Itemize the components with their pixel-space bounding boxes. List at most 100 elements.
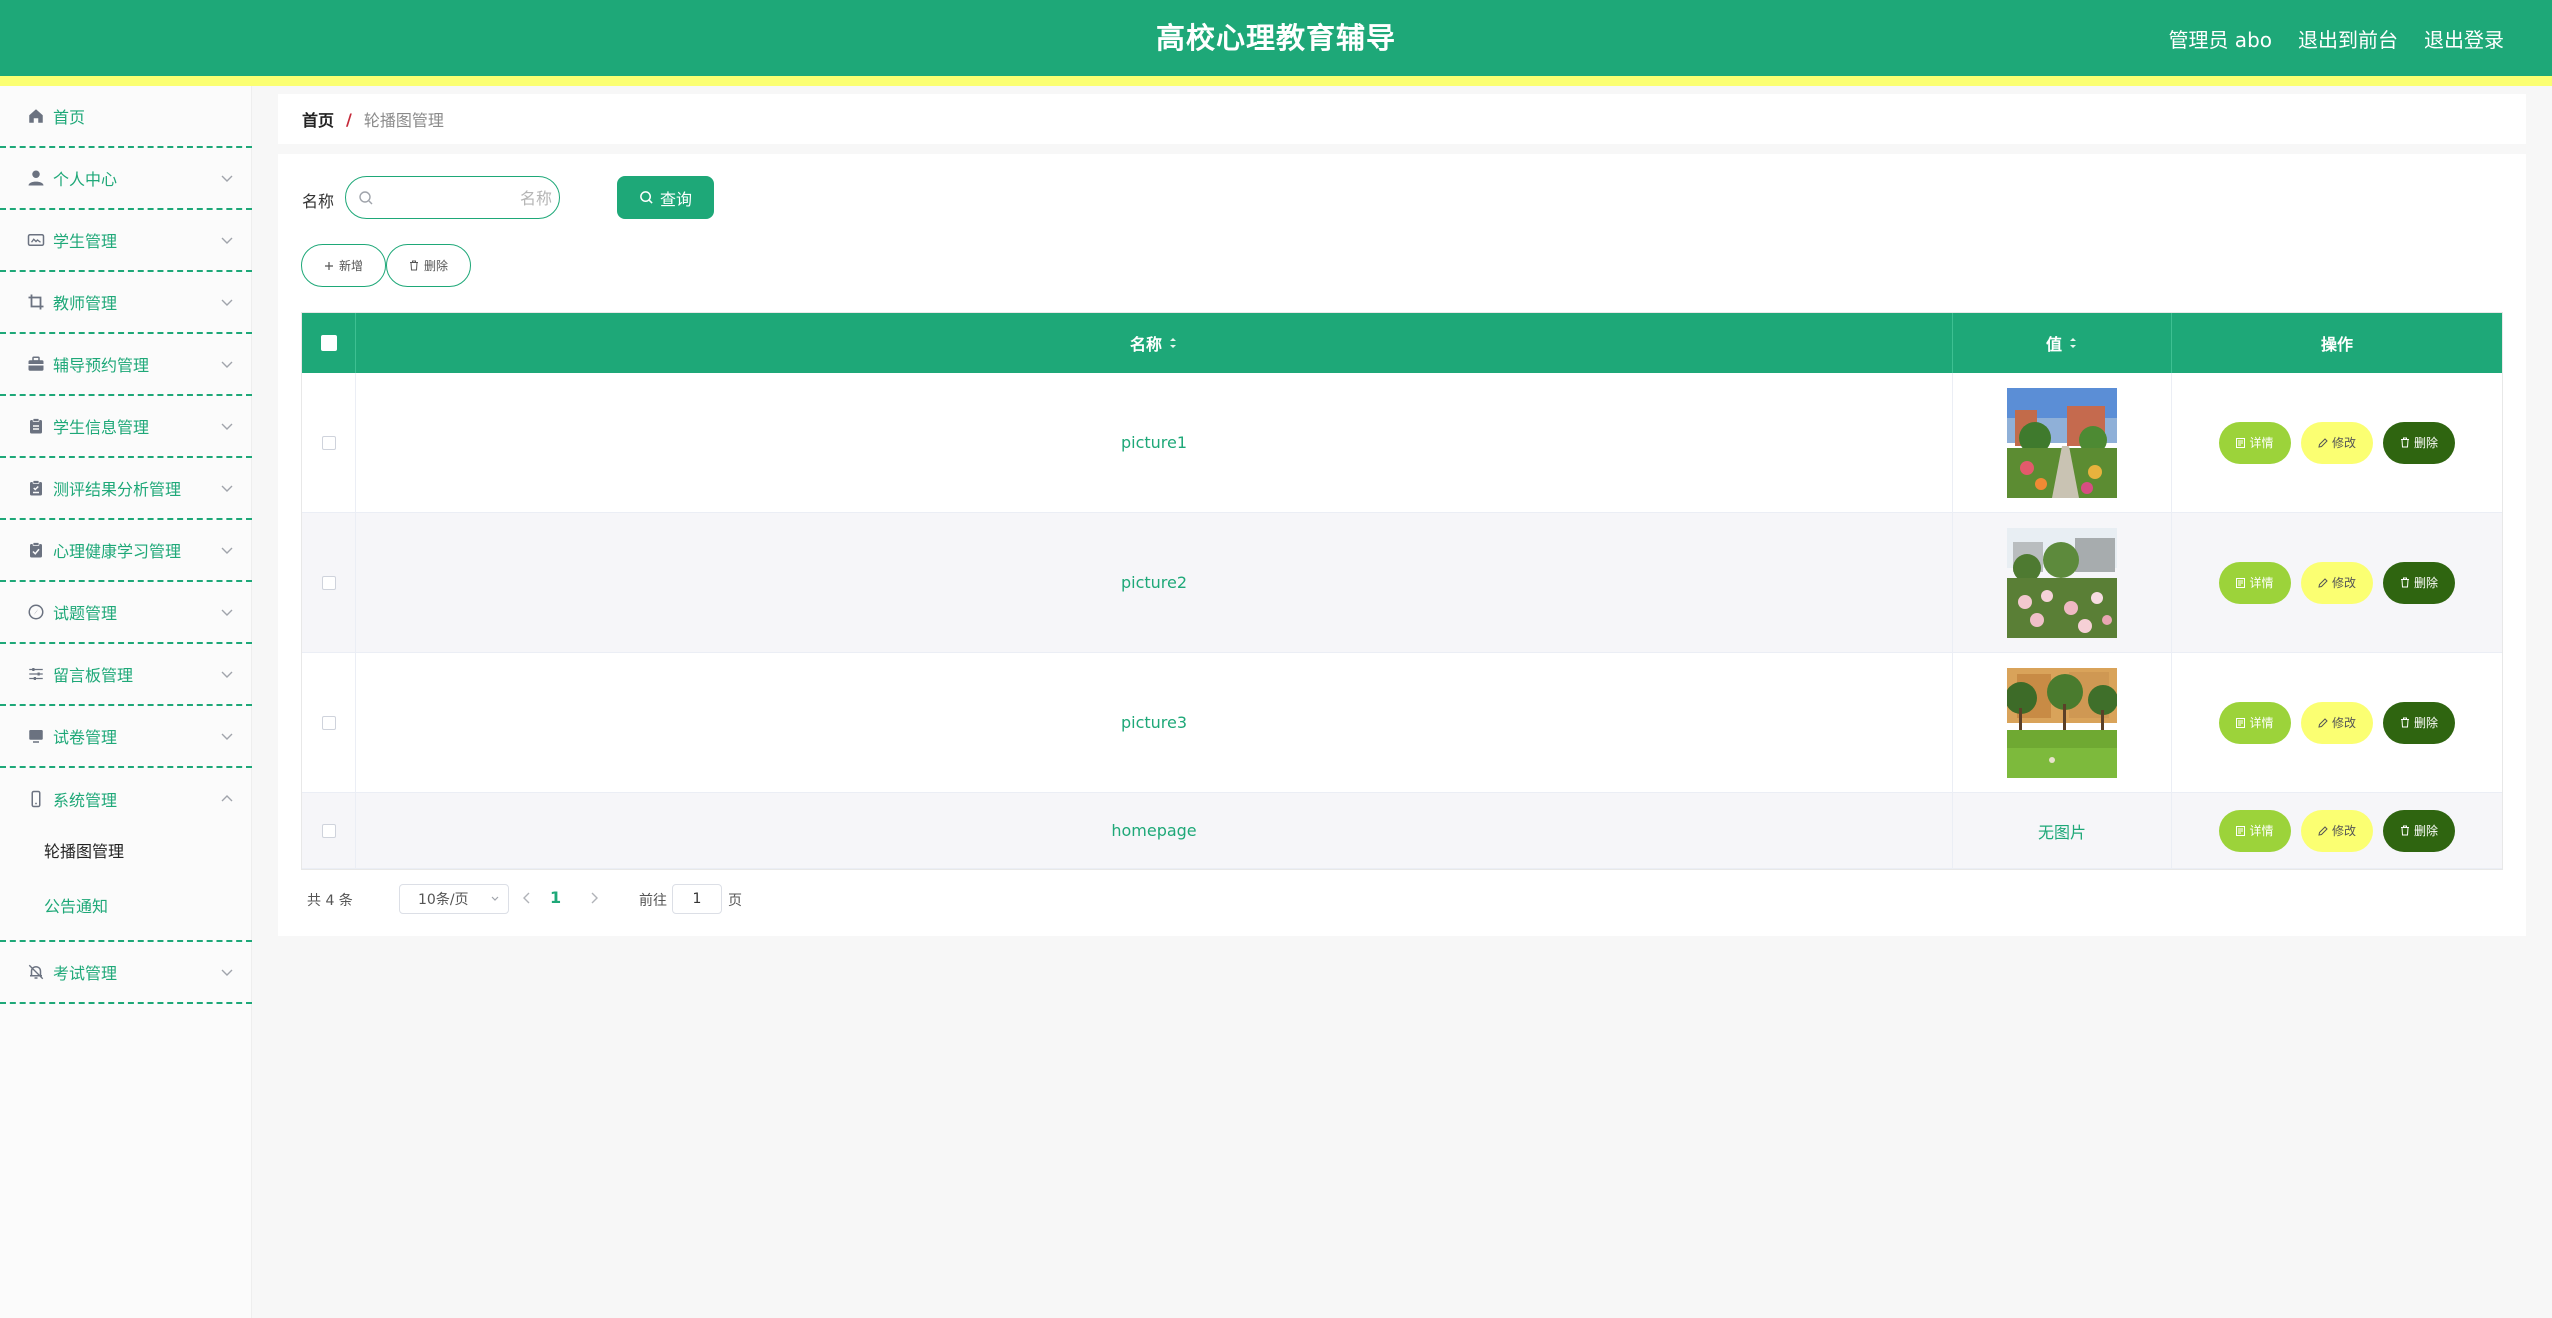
header-ops-label: 操作: [2320, 335, 2353, 354]
row-select-cell: [302, 653, 356, 792]
chevron-up-icon: [221, 795, 233, 802]
row-checkbox[interactable]: [321, 435, 336, 450]
edit-button-label: 修改: [2331, 436, 2356, 450]
row-select-cell: [302, 513, 356, 652]
search-icon: [640, 191, 653, 204]
edit-button[interactable]: 修改: [2301, 701, 2373, 744]
delete-button-label: 删除: [2413, 436, 2438, 450]
header-accent-stripe: [0, 76, 2552, 86]
row-checkbox[interactable]: [321, 575, 336, 590]
sidebar-item-system-mgmt[interactable]: 系统管理: [0, 768, 252, 830]
sidebar-item-teacher-mgmt[interactable]: 教师管理: [0, 272, 252, 334]
sidebar-item-label: 辅导预约管理: [53, 356, 150, 375]
prev-page-icon[interactable]: [520, 890, 534, 906]
edit-button-label: 修改: [2331, 824, 2356, 838]
top-navbar: 高校心理教育辅导 管理员 abo 退出到前台 退出登录: [0, 0, 2552, 76]
sidebar-item-label: 留言板管理: [53, 666, 134, 685]
sidebar-item-label: 系统管理: [53, 791, 118, 810]
breadcrumb-home[interactable]: 首页: [302, 107, 334, 131]
edit-button[interactable]: 修改: [2301, 809, 2373, 852]
sidebar: 首页 个人中心 学生管理 教师管理 辅导预约管理 学生信息管理 测评结果分析管理…: [0, 86, 252, 1318]
delete-button[interactable]: 删除: [2383, 809, 2455, 852]
row-checkbox[interactable]: [321, 715, 336, 730]
header-value-label: 值: [2045, 335, 2062, 354]
detail-button[interactable]: 详情: [2219, 701, 2291, 744]
compass-icon: [26, 602, 46, 622]
admin-label: 管理员 abo: [2168, 27, 2272, 52]
row-name-cell: picture2: [356, 513, 1953, 652]
edit-icon: [2318, 437, 2328, 448]
row-name-cell: picture3: [356, 653, 1953, 792]
detail-button[interactable]: 详情: [2219, 421, 2291, 464]
sidebar-item-question-mgmt[interactable]: 试题管理: [0, 582, 252, 644]
breadcrumb-current: 轮播图管理: [363, 111, 444, 130]
delete-button[interactable]: 删除: [2383, 421, 2455, 464]
sidebar-item-exam-paper-mgmt[interactable]: 试卷管理: [0, 706, 252, 768]
header-select-all-cell: [302, 313, 356, 373]
batch-delete-button[interactable]: 删除: [386, 244, 471, 287]
row-checkbox[interactable]: [321, 823, 336, 838]
sidebar-item-label: 教师管理: [53, 294, 118, 313]
sidebar-item-exam-mgmt[interactable]: 考试管理: [0, 942, 252, 1004]
detail-button[interactable]: 详情: [2219, 561, 2291, 604]
trash-icon: [2400, 717, 2409, 728]
row-name-cell: homepage: [356, 793, 1953, 868]
select-all-checkbox[interactable]: [320, 335, 337, 351]
add-button[interactable]: 新增: [301, 244, 386, 287]
table-header: 名称 值 操作: [302, 313, 2502, 373]
to-front-link[interactable]: 退出到前台: [2298, 24, 2398, 53]
carousel-thumbnail-flower-garden[interactable]: [2007, 527, 2117, 638]
search-box: [345, 176, 560, 219]
page-number-current[interactable]: 1: [550, 888, 561, 907]
sidebar-item-personal-center[interactable]: 个人中心: [0, 148, 252, 210]
sidebar-item-assessment-mgmt[interactable]: 测评结果分析管理: [0, 458, 252, 520]
sidebar-item-student-mgmt[interactable]: 学生管理: [0, 210, 252, 272]
header-name-column[interactable]: 名称: [356, 313, 1953, 373]
monitor-icon: [26, 726, 46, 746]
submenu-item-carousel-mgmt[interactable]: 轮播图管理: [44, 838, 124, 862]
goto-page-input[interactable]: [672, 884, 722, 914]
row-value-cell: [1953, 653, 2172, 792]
delete-button[interactable]: 删除: [2383, 561, 2455, 604]
header-value-column[interactable]: 值: [1953, 313, 2172, 373]
delete-button[interactable]: 删除: [2383, 701, 2455, 744]
sidebar-item-home[interactable]: 首页: [0, 86, 252, 148]
sidebar-item-student-info-mgmt[interactable]: 学生信息管理: [0, 396, 252, 458]
query-button[interactable]: 查询: [617, 176, 714, 219]
no-image-text: 无图片: [2037, 822, 2086, 842]
chevron-down-icon: [491, 896, 499, 901]
sidebar-item-mental-health-learning[interactable]: 心理健康学习管理: [0, 520, 252, 582]
sidebar-item-message-board-mgmt[interactable]: 留言板管理: [0, 644, 252, 706]
next-page-icon[interactable]: [587, 890, 601, 906]
sidebar-item-appointment-mgmt[interactable]: 辅导预约管理: [0, 334, 252, 396]
table-row: picture1 详情 修改 删除: [302, 373, 2502, 513]
sidebar-item-label: 心理健康学习管理: [53, 542, 182, 561]
edit-button[interactable]: 修改: [2301, 421, 2373, 464]
detail-button-label: 详情: [2249, 716, 2274, 730]
add-button-label: 新增: [338, 259, 363, 273]
submenu-item-announcements[interactable]: 公告通知: [44, 893, 108, 917]
detail-button-label: 详情: [2249, 576, 2274, 590]
document-icon: [2236, 717, 2246, 728]
row-ops-cell: 详情 修改 删除: [2172, 513, 2502, 652]
row-ops-cell: 详情 修改 删除: [2172, 373, 2502, 512]
chevron-down-icon: [221, 671, 233, 678]
carousel-thumbnail-lawn-trees[interactable]: [2007, 667, 2117, 778]
sort-icon[interactable]: [2068, 336, 2078, 350]
page-size-select[interactable]: 10条/页: [399, 884, 509, 914]
sidebar-item-label: 个人中心: [53, 170, 118, 189]
detail-button[interactable]: 详情: [2219, 809, 2291, 852]
sidebar-item-label: 试卷管理: [53, 728, 118, 747]
sort-icon[interactable]: [1168, 336, 1178, 350]
carousel-thumbnail-campus-path[interactable]: [2007, 387, 2117, 498]
edit-button[interactable]: 修改: [2301, 561, 2373, 604]
row-ops-cell: 详情 修改 删除: [2172, 653, 2502, 792]
edit-button-label: 修改: [2331, 576, 2356, 590]
search-input[interactable]: [382, 183, 552, 213]
edit-button-label: 修改: [2331, 716, 2356, 730]
bell-off-icon: [26, 962, 46, 982]
trash-icon: [2400, 577, 2409, 588]
chevron-down-icon: [221, 485, 233, 492]
logout-link[interactable]: 退出登录: [2424, 24, 2504, 53]
edit-icon: [2318, 825, 2328, 836]
